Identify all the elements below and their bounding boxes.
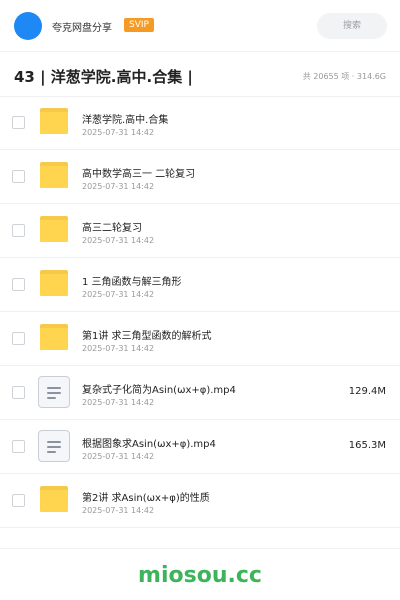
file-name[interactable]: 1 三角函数与解三角形 (82, 273, 182, 288)
file-size: 129.4M (348, 386, 386, 397)
file-icon (38, 376, 70, 408)
file-name[interactable]: 根据图象求Asin(ωx+φ).mp4 (82, 435, 216, 450)
site-watermark: miosou.cc (138, 563, 262, 588)
file-name[interactable]: 洋葱学院.高中.合集 (82, 111, 168, 126)
row-checkbox[interactable] (12, 224, 25, 237)
footer-divider (0, 548, 400, 549)
file-date: 2025-07-31 14:42 (82, 182, 155, 191)
file-name[interactable]: 第2讲 求Asin(ωx+φ)的性质 (82, 489, 210, 504)
file-row[interactable]: 第1讲 求三角型函数的解析式 2025-07-31 14:42 (0, 312, 400, 366)
search-input[interactable]: 搜索 (317, 13, 387, 39)
folder-icon (40, 270, 68, 296)
file-row[interactable]: 第2讲 求Asin(ωx+φ)的性质 2025-07-31 14:42 (0, 474, 400, 528)
file-name[interactable]: 高三二轮复习 (82, 219, 142, 234)
row-checkbox[interactable] (12, 386, 25, 399)
row-checkbox[interactable] (12, 494, 25, 507)
row-checkbox[interactable] (12, 170, 25, 183)
file-row[interactable]: 复杂式子化简为Asin(ωx+φ).mp4 2025-07-31 14:42 1… (0, 366, 400, 420)
avatar[interactable] (14, 12, 42, 40)
folder-icon (40, 324, 68, 350)
file-date: 2025-07-31 14:42 (82, 344, 155, 353)
folder-icon (40, 216, 68, 242)
row-checkbox[interactable] (12, 332, 25, 345)
row-checkbox[interactable] (12, 278, 25, 291)
share-username: 夸克网盘分享 (52, 23, 112, 34)
row-checkbox[interactable] (12, 440, 25, 453)
file-icon (38, 430, 70, 462)
page-title: 43 | 洋葱学院.高中.合集 | (14, 68, 193, 86)
folder-icon (40, 108, 68, 134)
file-name[interactable]: 高中数学高三一 二轮复习 (82, 165, 195, 180)
file-date: 2025-07-31 14:42 (82, 506, 155, 515)
folder-icon (40, 486, 68, 512)
file-date: 2025-07-31 14:42 (82, 290, 155, 299)
folder-header: 43 | 洋葱学院.高中.合集 | 共 20655 项 · 314.6G (0, 53, 400, 97)
file-name[interactable]: 复杂式子化简为Asin(ωx+φ).mp4 (82, 381, 236, 396)
file-row[interactable]: 洋葱学院.高中.合集 2025-07-31 14:42 (0, 96, 400, 150)
file-date: 2025-07-31 14:42 (82, 398, 155, 407)
file-date: 2025-07-31 14:42 (82, 236, 155, 245)
top-bar: 夸克网盘分享 SVIP 搜索 (0, 0, 400, 52)
file-name[interactable]: 第1讲 求三角型函数的解析式 (82, 327, 212, 342)
file-row[interactable]: 高中数学高三一 二轮复习 2025-07-31 14:42 (0, 150, 400, 204)
file-row[interactable]: 1 三角函数与解三角形 2025-07-31 14:42 (0, 258, 400, 312)
file-date: 2025-07-31 14:42 (82, 452, 155, 461)
file-list: 洋葱学院.高中.合集 2025-07-31 14:42 高中数学高三一 二轮复习… (0, 96, 400, 528)
file-row[interactable]: 根据图象求Asin(ωx+φ).mp4 2025-07-31 14:42 165… (0, 420, 400, 474)
file-size: 165.3M (348, 440, 386, 451)
row-checkbox[interactable] (12, 116, 25, 129)
svip-badge: SVIP (124, 18, 154, 32)
folder-icon (40, 162, 68, 188)
file-date: 2025-07-31 14:42 (82, 128, 155, 137)
file-row[interactable]: 高三二轮复习 2025-07-31 14:42 (0, 204, 400, 258)
folder-stats: 共 20655 项 · 314.6G (302, 72, 386, 81)
